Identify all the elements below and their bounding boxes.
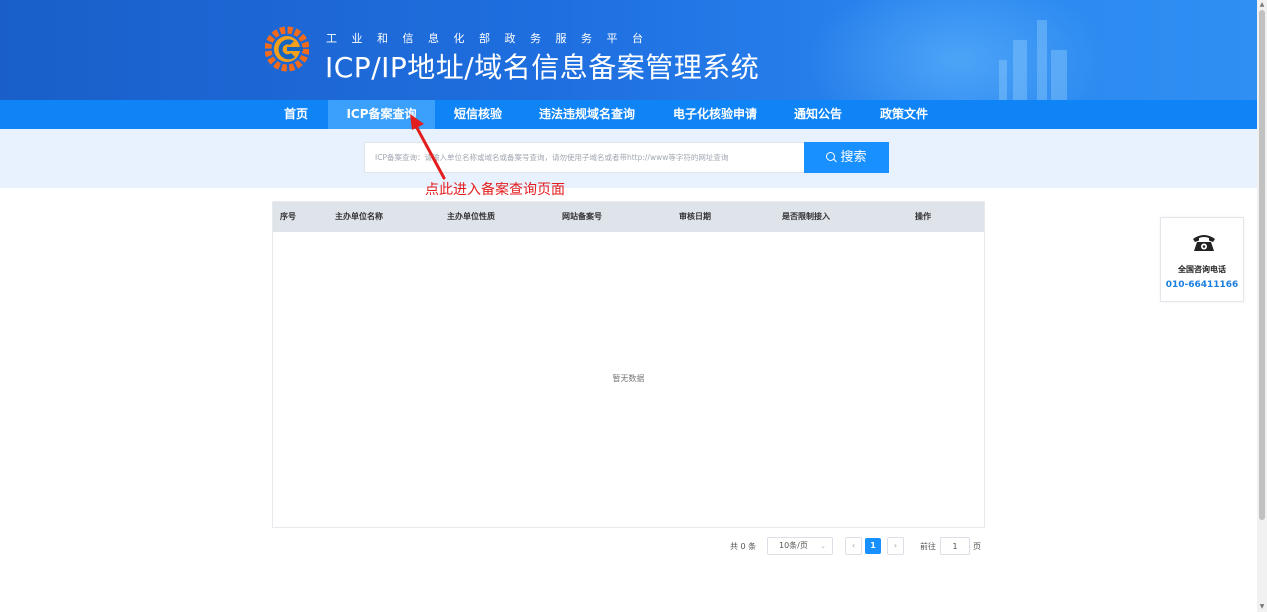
- banner-building: [1013, 40, 1027, 100]
- search-button-label: 搜索: [840, 150, 867, 165]
- nav-item-notices[interactable]: 通知公告: [782, 100, 854, 129]
- column-header-site-record-no: 网站备案号: [562, 212, 602, 221]
- nav-item-policy-docs[interactable]: 政策文件: [868, 100, 940, 129]
- column-header-index: 序号: [280, 212, 296, 221]
- hotline-label: 全国咨询电话: [1178, 265, 1226, 274]
- banner-building: [1051, 50, 1067, 100]
- nav-item-illegal-domain-query[interactable]: 违法违规域名查询: [527, 100, 647, 129]
- search-button[interactable]: 搜索: [804, 142, 889, 173]
- table-header: 序号 主办单位名称 主办单位性质 网站备案号 审核日期 是否限制接入 操作: [273, 202, 984, 232]
- next-page-button[interactable]: ›: [887, 537, 904, 555]
- scrollbar-thumb[interactable]: [1259, 10, 1265, 520]
- hotline-widget[interactable]: 全国咨询电话 010-66411166: [1160, 217, 1244, 302]
- nav-item-e-verify-apply[interactable]: 电子化核验申请: [662, 100, 768, 129]
- scroll-up-arrow-icon[interactable]: ▲: [1257, 0, 1267, 10]
- header-subtitle: 工业和信息化部政务服务平台: [326, 32, 658, 45]
- nav-item-home[interactable]: 首页: [272, 100, 320, 129]
- search-icon: [826, 152, 836, 161]
- goto-page-suffix: 页: [973, 542, 981, 551]
- telephone-icon: [1193, 235, 1215, 251]
- page-size-select[interactable]: 10条/页 ⌄: [767, 537, 833, 555]
- annotation-text: 点此进入备案查询页面: [425, 182, 565, 198]
- hotline-number: 010-66411166: [1165, 280, 1239, 290]
- ministry-logo-icon: [265, 26, 309, 72]
- pagination-total: 共 0 条: [730, 542, 757, 551]
- annotation-arrow-icon: [410, 114, 446, 180]
- header-title: ICP/IP地址/域名信息备案管理系统: [325, 51, 760, 84]
- header-banner: 工业和信息化部政务服务平台 ICP/IP地址/域名信息备案管理系统: [0, 0, 1257, 100]
- page-number-current[interactable]: 1: [865, 538, 881, 554]
- prev-page-button[interactable]: ‹: [845, 537, 862, 555]
- main-nav: 首页 ICP备案查询 短信核验 违法违规域名查询 电子化核验申请 通知公告 政策…: [0, 100, 1257, 129]
- column-header-actions: 操作: [915, 212, 931, 221]
- column-header-sponsor-name: 主办单位名称: [335, 212, 383, 221]
- column-header-sponsor-type: 主办单位性质: [447, 212, 495, 221]
- banner-building: [1037, 20, 1047, 100]
- column-header-audit-date: 审核日期: [679, 212, 711, 221]
- banner-building: [999, 60, 1007, 100]
- chevron-down-icon: ⌄: [820, 542, 826, 550]
- scroll-down-arrow-icon[interactable]: ▼: [1257, 602, 1267, 612]
- page: 工业和信息化部政务服务平台 ICP/IP地址/域名信息备案管理系统 首页 ICP…: [0, 0, 1267, 612]
- goto-page-input[interactable]: [940, 537, 970, 555]
- page-scrollbar[interactable]: ▲ ▼: [1257, 0, 1267, 612]
- page-size-value: 10条/页: [779, 541, 808, 550]
- goto-label: 前往: [920, 542, 936, 551]
- search-band: 搜索: [0, 129, 1257, 188]
- empty-state-text: 暂无数据: [612, 374, 645, 383]
- results-table: 序号 主办单位名称 主办单位性质 网站备案号 审核日期 是否限制接入 操作 暂无…: [272, 201, 985, 528]
- column-header-access-restricted: 是否限制接入: [782, 212, 830, 221]
